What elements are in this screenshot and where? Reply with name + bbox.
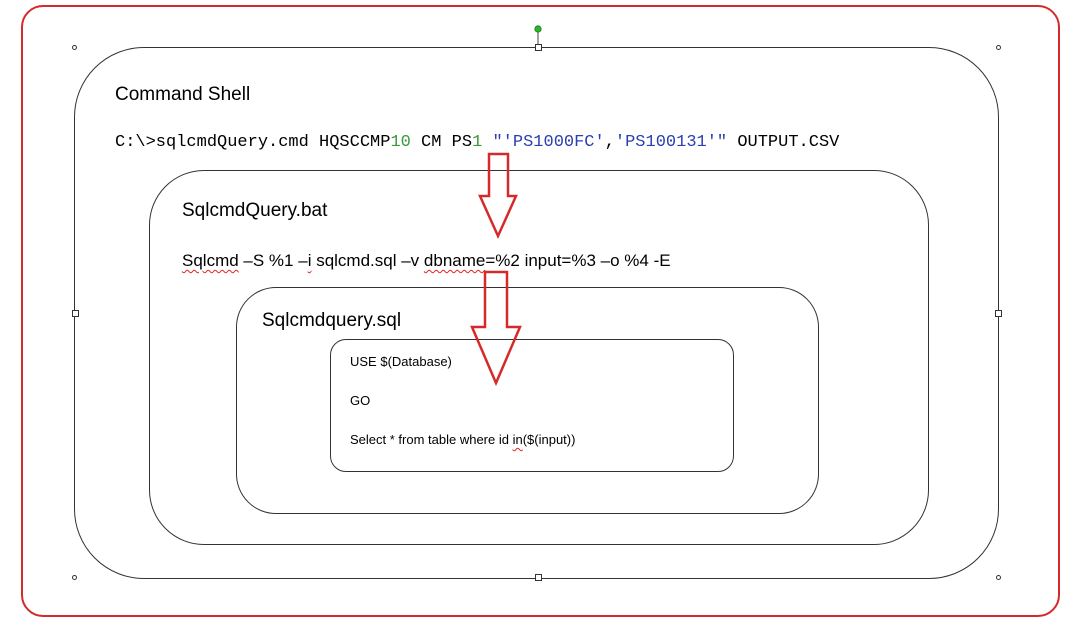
resize-handle-icon[interactable] [72, 45, 77, 50]
resize-handle-icon[interactable] [535, 574, 542, 581]
resize-handle-icon[interactable] [72, 310, 79, 317]
resize-handle-icon[interactable] [535, 44, 542, 51]
down-arrow-icon [478, 152, 518, 240]
resize-handle-icon[interactable] [995, 310, 1002, 317]
down-arrow-icon [470, 270, 522, 387]
resize-handle-icon[interactable] [996, 45, 1001, 50]
rotate-handle-icon[interactable] [534, 25, 542, 33]
resize-handle-icon[interactable] [996, 575, 1001, 580]
diagram-overlay [470, 25, 542, 387]
resize-handle-icon[interactable] [72, 575, 77, 580]
